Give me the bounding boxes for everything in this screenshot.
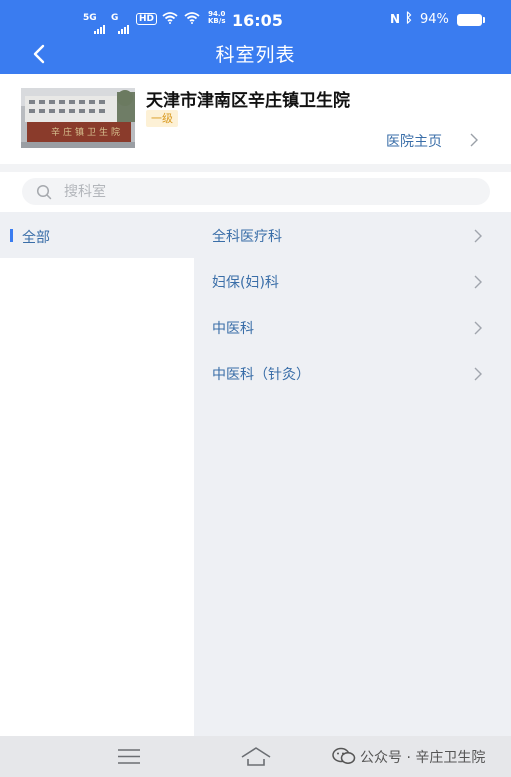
wechat-icon bbox=[332, 747, 356, 764]
category-list: 全部 bbox=[0, 212, 194, 736]
department-item[interactable]: 全科医疗科 bbox=[194, 212, 511, 258]
hospital-level-badge: 一级 bbox=[146, 110, 178, 127]
department-item[interactable]: 中医科（针灸） bbox=[194, 350, 511, 396]
department-label: 全科医疗科 bbox=[212, 229, 282, 245]
system-nav-bar: 公众号 · 辛庄卫生院 bbox=[0, 736, 511, 777]
signal-icon bbox=[94, 15, 106, 34]
section-divider bbox=[0, 164, 511, 172]
chevron-right-icon bbox=[474, 321, 482, 335]
search-box[interactable] bbox=[22, 178, 490, 205]
search-input[interactable] bbox=[64, 181, 464, 202]
watermark-text: 公众号 · 辛庄卫生院 bbox=[360, 750, 486, 766]
page-title: 科室列表 bbox=[215, 44, 296, 66]
category-selected-indicator bbox=[10, 229, 13, 242]
nfc-icon: N bbox=[390, 12, 401, 26]
department-label: 妇保(妇)科 bbox=[212, 275, 279, 291]
chevron-right-icon[interactable] bbox=[468, 132, 480, 148]
chevron-right-icon bbox=[474, 275, 482, 289]
wifi-icon-2 bbox=[184, 12, 200, 24]
hospital-photo: 辛庄镇卫生院 bbox=[21, 88, 135, 148]
wifi-icon bbox=[162, 12, 178, 24]
battery-icon bbox=[457, 14, 485, 26]
department-list: 全科医疗科 妇保(妇)科 中医科 中医科（针灸） bbox=[194, 212, 511, 736]
status-time: 16:05 bbox=[232, 11, 283, 30]
bluetooth-icon: ᛒ bbox=[405, 11, 413, 26]
search-section bbox=[0, 172, 511, 212]
status-bar: 5G G HD 94.0 KB/s 16:05 N ᛒ 94% bbox=[0, 0, 511, 36]
search-icon bbox=[36, 184, 52, 200]
hospital-home-link[interactable]: 医院主页 bbox=[386, 131, 442, 151]
department-label: 中医科 bbox=[212, 321, 254, 337]
menu-icon[interactable] bbox=[117, 748, 141, 765]
top-bar: 5G G HD 94.0 KB/s 16:05 N ᛒ 94% 科室列表 bbox=[0, 0, 511, 74]
home-icon[interactable] bbox=[240, 746, 272, 768]
title-bar: 科室列表 bbox=[0, 36, 511, 74]
chevron-right-icon bbox=[474, 229, 482, 243]
signal-icon-2 bbox=[118, 15, 130, 34]
net-speed: 94.0 KB/s bbox=[208, 11, 225, 25]
chevron-right-icon bbox=[474, 367, 482, 381]
department-item[interactable]: 中医科 bbox=[194, 304, 511, 350]
battery-percent: 94% bbox=[420, 12, 449, 27]
hospital-name: 天津市津南区辛庄镇卫生院 bbox=[146, 91, 350, 111]
department-item[interactable]: 妇保(妇)科 bbox=[194, 258, 511, 304]
department-label: 中医科（针灸） bbox=[212, 367, 310, 383]
net-speed-unit: KB/s bbox=[208, 17, 226, 25]
category-label: 全部 bbox=[22, 230, 50, 246]
category-item-all[interactable]: 全部 bbox=[0, 212, 194, 258]
hospital-card: 辛庄镇卫生院 天津市津南区辛庄镇卫生院 一级 医院主页 bbox=[0, 74, 511, 164]
hd-voice-icon: HD bbox=[136, 13, 158, 25]
hospital-sign-text: 辛庄镇卫生院 bbox=[51, 128, 124, 138]
